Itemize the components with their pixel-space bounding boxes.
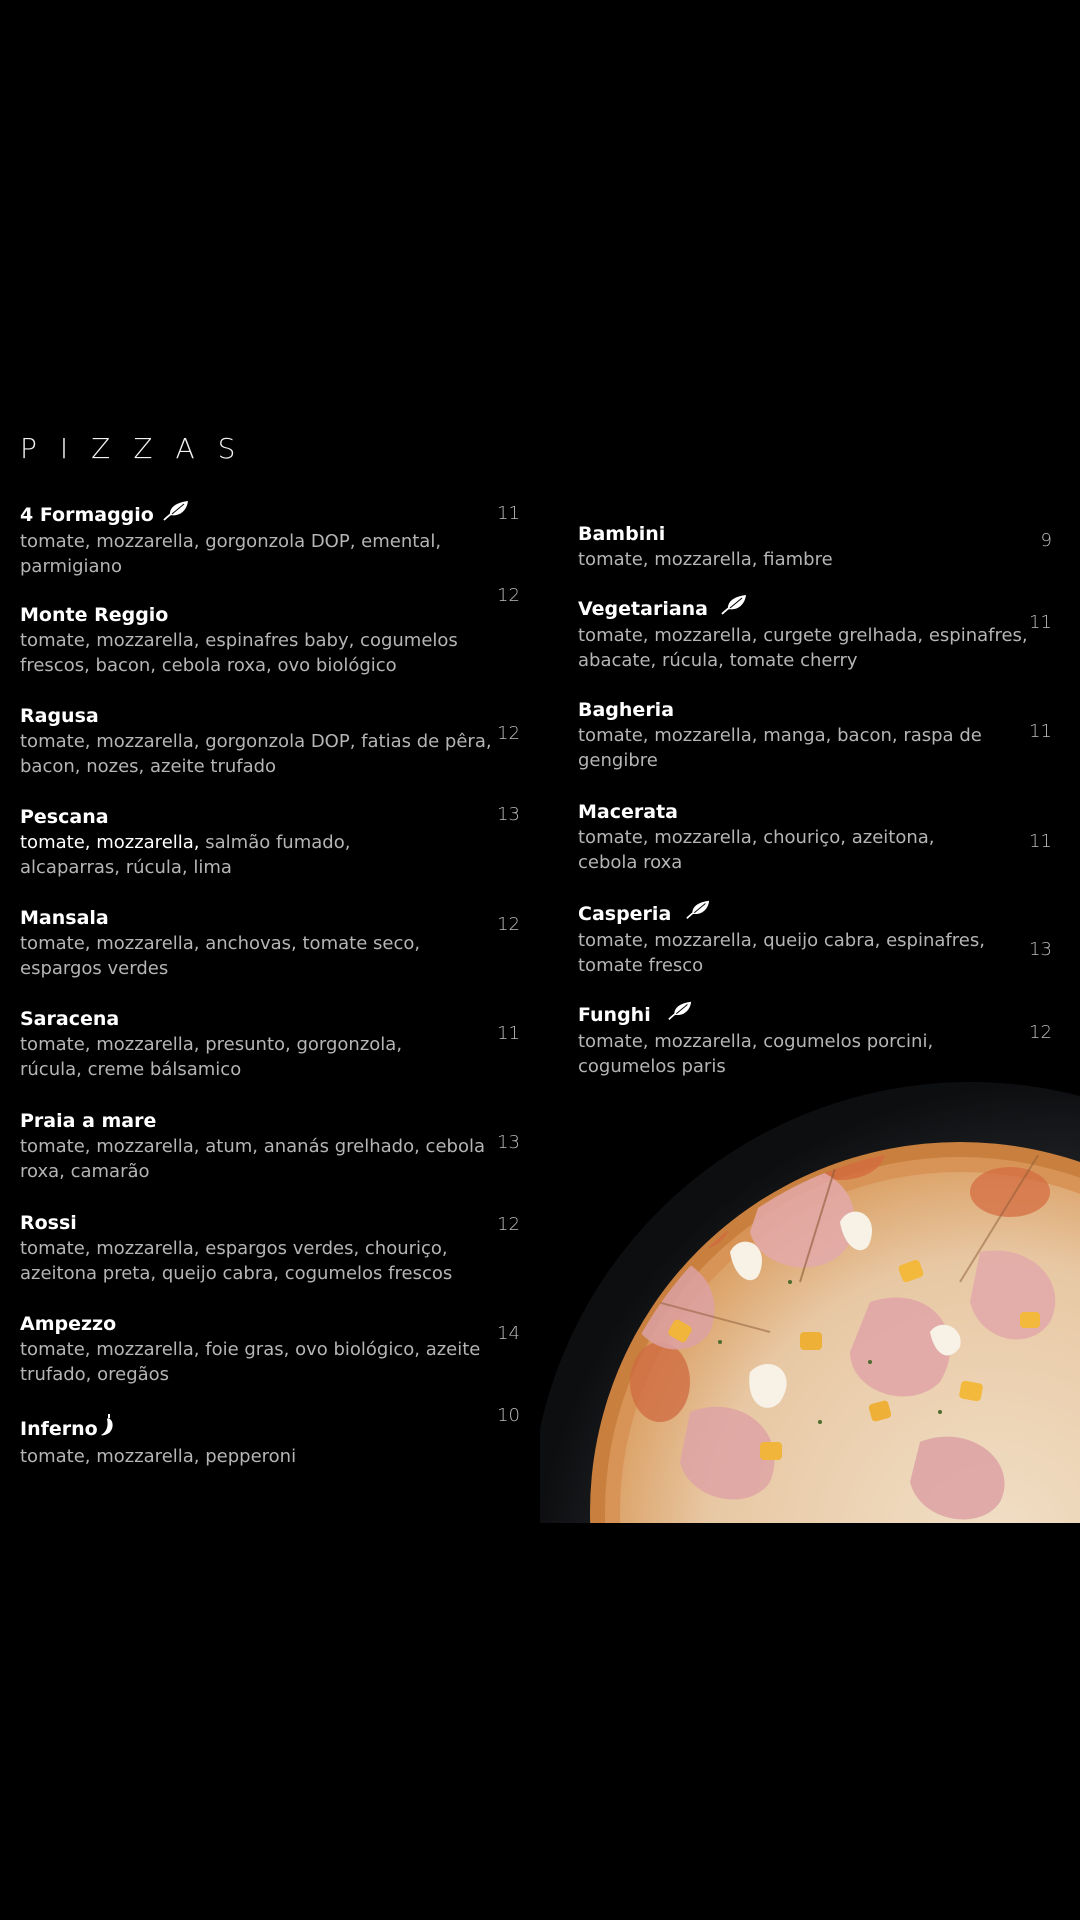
menu-item-saracena: Saracena tomate, mozzarella, presunto, g… (20, 1006, 505, 1082)
menu-item-price: 13 (497, 804, 520, 825)
menu-item-vegetariana: Vegetariana tomate, mozzarella, curgete … (578, 594, 1028, 673)
menu-item-price: 11 (1029, 831, 1052, 852)
menu-item-description: tomate, mozzarella, pepperoni (20, 1446, 297, 1467)
menu-item-monte-reggio: Monte Reggio tomate, mozzarella, espinaf… (20, 602, 505, 678)
menu-item-pescana: Pescana tomate, mozzarella, salmão fumad… (20, 804, 505, 880)
menu-item-rossi: Rossi tomate, mozzarella, espargos verde… (20, 1210, 505, 1286)
menu-item-price: 9 (1040, 530, 1052, 551)
menu-item-price: 11 (1029, 721, 1052, 742)
menu-item-description: tomate, mozzarella, foie gras, ovo bioló… (20, 1339, 481, 1385)
menu-item-price: 14 (497, 1323, 520, 1344)
menu-item-name: Praia a mare (20, 1110, 157, 1132)
menu-item-name: Vegetariana (578, 597, 708, 620)
leaf-icon (685, 899, 711, 928)
leaf-icon (667, 1000, 693, 1029)
menu-item-name: Bambini (578, 523, 666, 545)
menu-item-description: tomate, mozzarella, cogumelos porcini, c… (578, 1031, 934, 1077)
leaf-icon (162, 500, 190, 529)
menu-item-inferno: Inferno tomate, mozzarella, pepperoni (20, 1413, 505, 1469)
menu-item-description: tomate, mozzarella, manga, bacon, raspa … (578, 725, 982, 771)
menu-item-name: Macerata (578, 801, 678, 823)
menu-item-praia-a-mare: Praia a mare tomate, mozzarella, atum, a… (20, 1108, 505, 1184)
menu-item-casperia: Casperia tomate, mozzarella, queijo cabr… (578, 899, 1028, 978)
menu-item-price: 12 (497, 585, 520, 606)
menu-item-description: tomate, mozzarella, curgete grelhada, es… (578, 625, 1028, 671)
menu-item-ragusa: Ragusa tomate, mozzarella, gorgonzola DO… (20, 703, 505, 779)
menu-item-price: 11 (497, 503, 520, 524)
menu-item-name: Pescana (20, 806, 109, 828)
menu-item-description: tomate, mozzarella, gorgonzola DOP, fati… (20, 731, 492, 777)
menu-item-name: Ampezzo (20, 1313, 117, 1335)
chili-pepper-icon (100, 1413, 116, 1444)
pizza-photo (540, 1082, 1080, 1523)
menu-item-4-formaggio: 4 Formaggio tomate, mozzarella, gorgonzo… (20, 500, 505, 579)
menu-item-mansala: Mansala tomate, mozzarella, anchovas, to… (20, 905, 505, 981)
menu-item-name: Saracena (20, 1008, 120, 1030)
menu-item-name: Casperia (578, 902, 672, 925)
menu-item-name: Funghi (578, 1003, 651, 1026)
menu-item-description: tomate, mozzarella, gorgonzola DOP, emen… (20, 531, 442, 577)
menu-item-price: 12 (497, 723, 520, 744)
menu-item-price: 11 (497, 1023, 520, 1044)
leaf-icon (720, 594, 748, 623)
menu-item-description: tomate, mozzarella, presunto, gorgonzola… (20, 1034, 403, 1080)
menu-item-bagheria: Bagheria tomate, mozzarella, manga, baco… (578, 697, 1028, 773)
menu-item-name: Inferno (20, 1417, 98, 1440)
menu-item-ampezzo: Ampezzo tomate, mozzarella, foie gras, o… (20, 1311, 505, 1387)
menu-item-name: Rossi (20, 1212, 77, 1234)
menu-item-description: tomate, mozzarella, anchovas, tomate sec… (20, 933, 421, 979)
menu-item-name: Monte Reggio (20, 604, 169, 626)
menu-item-funghi: Funghi tomate, mozzarella, cogumelos por… (578, 1000, 1028, 1079)
section-title: PIZZAS (20, 432, 259, 465)
menu-item-price: 12 (497, 914, 520, 935)
menu-item-description-highlight: tomate, mozzarella, (20, 832, 200, 853)
menu-item-description: tomate, mozzarella, atum, ananás grelhad… (20, 1136, 485, 1182)
menu-item-description: tomate, mozzarella, espinafres baby, cog… (20, 630, 458, 676)
menu-item-name: 4 Formaggio (20, 503, 154, 526)
menu-item-name: Mansala (20, 907, 109, 929)
menu-item-description: tomate, mozzarella, chouriço, azeitona, … (578, 827, 935, 873)
menu-item-description: tomate, mozzarella, espargos verdes, cho… (20, 1238, 453, 1284)
menu-item-bambini: Bambini tomate, mozzarella, fiambre (578, 521, 1028, 572)
menu-item-price: 13 (497, 1132, 520, 1153)
menu-item-macerata: Macerata tomate, mozzarella, chouriço, a… (578, 799, 1028, 875)
menu-item-price: 12 (497, 1214, 520, 1235)
menu-item-description: tomate, mozzarella, queijo cabra, espina… (578, 930, 985, 976)
menu-item-name: Ragusa (20, 705, 99, 727)
menu-item-price: 12 (1029, 1022, 1052, 1043)
menu-item-description: tomate, mozzarella, fiambre (578, 549, 833, 570)
menu-item-price: 13 (1029, 939, 1052, 960)
menu-item-name: Bagheria (578, 699, 675, 721)
menu-item-price: 11 (1029, 612, 1052, 633)
menu-item-price: 10 (497, 1405, 520, 1426)
